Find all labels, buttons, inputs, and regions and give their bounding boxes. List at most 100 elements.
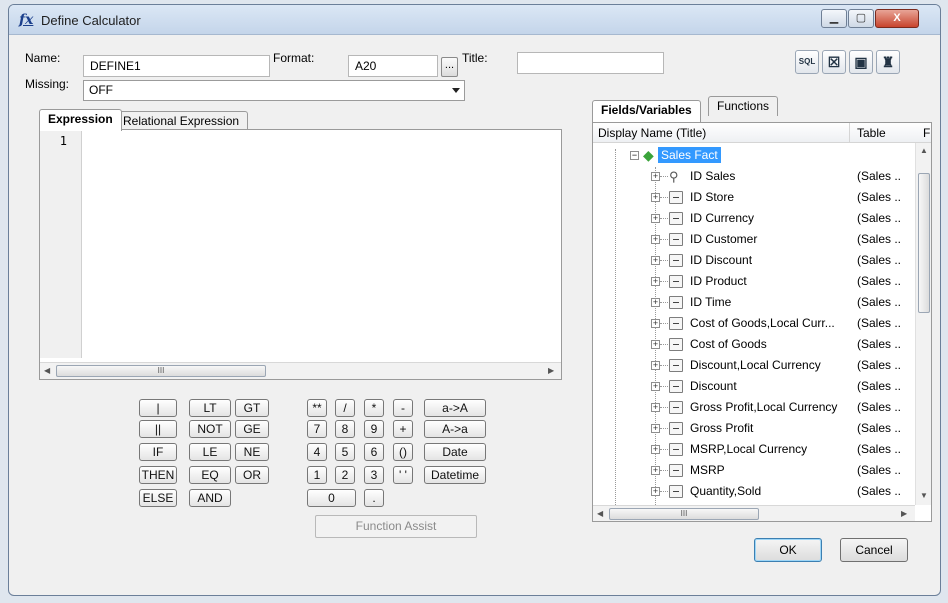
expand-icon[interactable]: + (651, 172, 660, 181)
sql-button[interactable]: SQL (795, 50, 819, 74)
math-key[interactable]: Date (424, 443, 486, 461)
expand-icon[interactable]: + (651, 466, 660, 475)
math-key[interactable]: 5 (335, 443, 355, 461)
math-key[interactable]: 3 (364, 466, 384, 484)
math-key[interactable]: 9 (364, 420, 384, 438)
column-table[interactable]: Table (857, 126, 886, 140)
scroll-left-icon[interactable]: ◀ (597, 509, 603, 518)
math-key[interactable]: 8 (335, 420, 355, 438)
tab-functions[interactable]: Functions (708, 96, 779, 116)
math-key[interactable]: ' ' (393, 466, 413, 484)
tab-expression[interactable]: Expression (39, 109, 122, 131)
find-button[interactable]: ♜ (876, 50, 900, 74)
tree-field-row[interactable]: + Gross Profit (Sales .. (593, 418, 915, 439)
math-key[interactable]: 0 (307, 489, 356, 507)
tab-fields-variables[interactable]: Fields/Variables (592, 100, 701, 122)
column-display-name[interactable]: Display Name (Title) (598, 126, 706, 140)
math-key[interactable]: A->a (424, 420, 486, 438)
tree-field-row[interactable]: + ID Time (Sales .. (593, 292, 915, 313)
scroll-down-icon[interactable]: ▼ (920, 491, 928, 500)
tree-field-row[interactable]: + Discount (Sales .. (593, 376, 915, 397)
tree-field-row[interactable]: + MSRP,Local Currency (Sales .. (593, 439, 915, 460)
minimize-button[interactable]: ▁ (821, 9, 847, 28)
format-browse-button[interactable]: ... (441, 57, 458, 77)
math-key[interactable]: Datetime (424, 466, 486, 484)
editor-horizontal-scrollbar[interactable]: ◀ III ▶ (40, 362, 561, 379)
operator-key[interactable]: LE (189, 443, 231, 461)
operator-key[interactable]: LT (189, 399, 231, 417)
expand-icon[interactable]: + (651, 193, 660, 202)
tree-root-row[interactable]: − ◆ Sales Fact (593, 145, 915, 166)
math-key[interactable]: / (335, 399, 355, 417)
fields-tree[interactable]: Display Name (Title) Table F − ◆ Sales F… (592, 122, 932, 522)
expand-icon[interactable]: + (651, 361, 660, 370)
expand-icon[interactable]: + (651, 214, 660, 223)
math-key[interactable]: a->A (424, 399, 486, 417)
operator-key[interactable]: NE (235, 443, 269, 461)
math-key[interactable]: 6 (364, 443, 384, 461)
tree-field-row[interactable]: + Discount,Local Currency (Sales .. (593, 355, 915, 376)
tree-field-row[interactable]: + ID Currency (Sales .. (593, 208, 915, 229)
tree-field-row[interactable]: + Gross Profit,Local Currency (Sales .. (593, 397, 915, 418)
tree-field-row[interactable]: + ID Discount (Sales .. (593, 250, 915, 271)
math-key[interactable]: 2 (335, 466, 355, 484)
expand-icon[interactable]: + (651, 487, 660, 496)
ok-button[interactable]: OK (754, 538, 822, 562)
operator-key[interactable]: GE (235, 420, 269, 438)
expand-icon[interactable]: + (651, 382, 660, 391)
tree-horizontal-scrollbar[interactable]: ◀ III ▶ (593, 505, 915, 521)
expand-icon[interactable]: + (651, 403, 660, 412)
expand-icon[interactable]: + (651, 319, 660, 328)
function-assist-button[interactable]: Function Assist (315, 515, 477, 538)
title-field[interactable] (517, 52, 664, 74)
expand-icon[interactable]: + (651, 277, 660, 286)
name-field[interactable]: DEFINE1 (83, 55, 270, 77)
scroll-thumb[interactable]: III (56, 365, 266, 377)
operator-key[interactable]: | (139, 399, 177, 417)
math-key[interactable]: 1 (307, 466, 327, 484)
tree-field-row[interactable]: + Quantity,Sold (Sales .. (593, 481, 915, 502)
tree-field-row[interactable]: + ⚲ ID Sales (Sales .. (593, 166, 915, 187)
math-key[interactable]: * (364, 399, 384, 417)
operator-key[interactable]: AND (189, 489, 231, 507)
tree-field-row[interactable]: + Cost of Goods,Local Curr... (Sales .. (593, 313, 915, 334)
math-key[interactable]: () (393, 443, 413, 461)
operator-key[interactable]: ELSE (139, 489, 177, 507)
expand-icon[interactable]: + (651, 340, 660, 349)
operator-key[interactable]: IF (139, 443, 177, 461)
math-key[interactable]: ** (307, 399, 327, 417)
close-button[interactable]: X (875, 9, 919, 28)
expand-icon[interactable]: + (651, 445, 660, 454)
scroll-right-icon[interactable]: ▶ (901, 509, 907, 518)
operator-key[interactable]: THEN (139, 466, 177, 484)
paste-button[interactable]: ▣ (849, 50, 873, 74)
expand-icon[interactable]: + (651, 298, 660, 307)
tree-field-row[interactable]: + Cost of Goods (Sales .. (593, 334, 915, 355)
column-extra[interactable]: F (923, 126, 930, 140)
validate-button[interactable]: ☒ (822, 50, 846, 74)
expression-editor[interactable]: 1 ◀ III ▶ (39, 129, 562, 380)
math-key[interactable]: - (393, 399, 413, 417)
scroll-left-icon[interactable]: ◀ (44, 366, 50, 375)
math-key[interactable]: 7 (307, 420, 327, 438)
tree-field-row[interactable]: + ID Product (Sales .. (593, 271, 915, 292)
math-key[interactable]: 4 (307, 443, 327, 461)
expand-icon[interactable]: + (651, 235, 660, 244)
tree-field-row[interactable]: + ID Customer (Sales .. (593, 229, 915, 250)
operator-key[interactable]: EQ (189, 466, 231, 484)
tree-vertical-scrollbar[interactable]: ▲ ▼ (915, 143, 931, 505)
tree-scroll-thumb[interactable] (918, 173, 930, 313)
operator-key[interactable]: || (139, 420, 177, 438)
math-key[interactable]: + (393, 420, 413, 438)
operator-key[interactable]: OR (235, 466, 269, 484)
tree-hscroll-thumb[interactable]: III (609, 508, 759, 520)
missing-dropdown[interactable]: OFF (83, 80, 465, 101)
format-field[interactable]: A20 (348, 55, 438, 77)
tree-field-row[interactable]: + ID Store (Sales .. (593, 187, 915, 208)
operator-key[interactable]: GT (235, 399, 269, 417)
maximize-button[interactable]: ▢ (848, 9, 874, 28)
scroll-right-icon[interactable]: ▶ (548, 366, 554, 375)
operator-key[interactable]: NOT (189, 420, 231, 438)
cancel-button[interactable]: Cancel (840, 538, 908, 562)
collapse-icon[interactable]: − (630, 151, 639, 160)
